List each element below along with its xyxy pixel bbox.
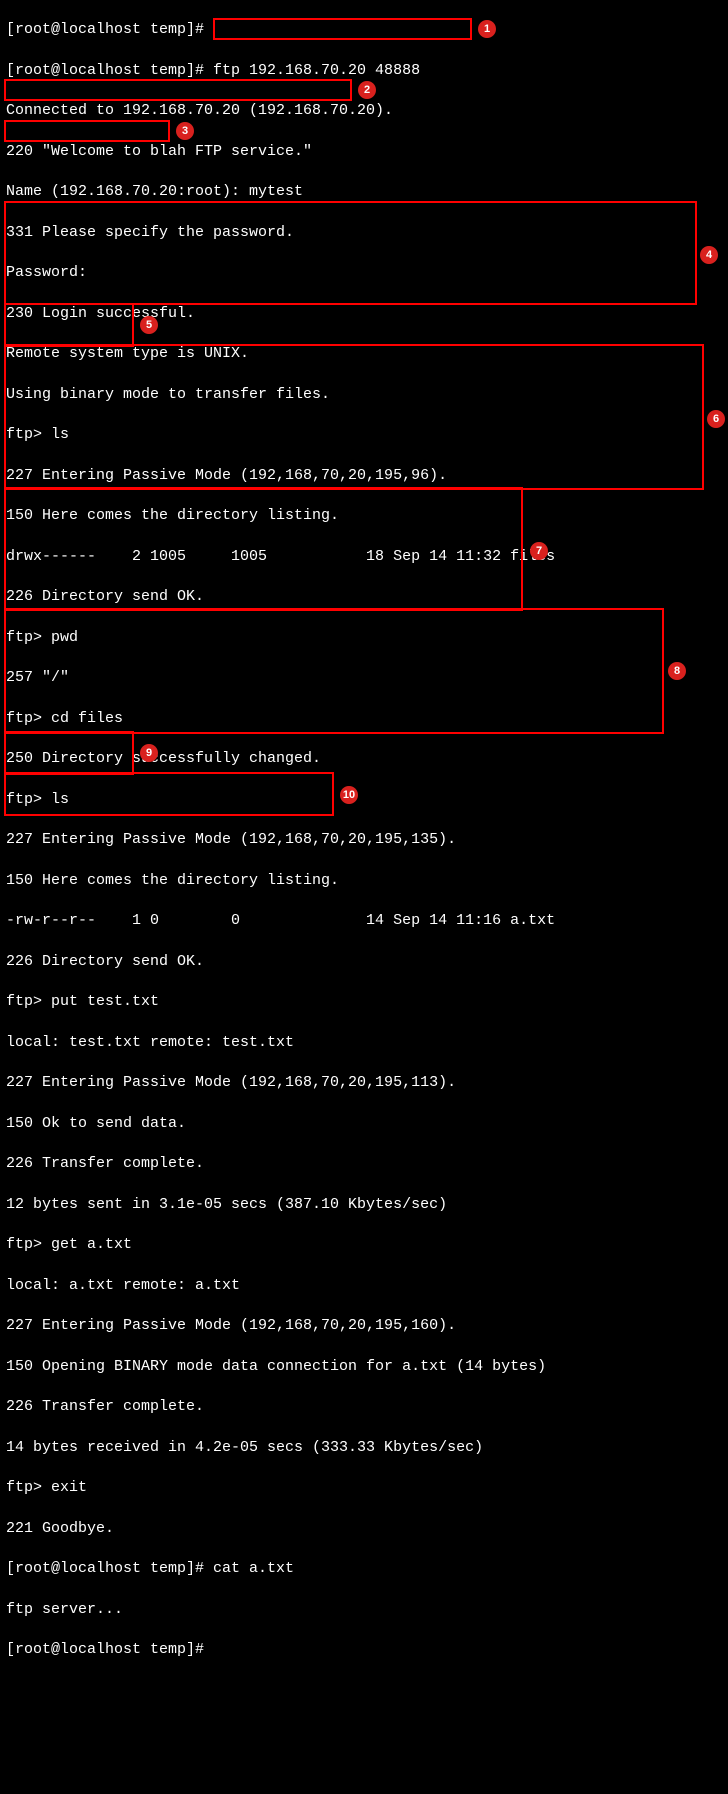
term-line: ftp> get a.txt [6,1235,722,1255]
term-line: 230 Login successful. [6,304,722,324]
term-line: ftp> ls [6,790,722,810]
term-line: 12 bytes sent in 3.1e-05 secs (387.10 Kb… [6,1195,722,1215]
term-line: 150 Ok to send data. [6,1114,722,1134]
term-line: local: a.txt remote: a.txt [6,1276,722,1296]
callout-2: 2 [358,81,376,99]
term-line: 226 Directory send OK. [6,587,722,607]
term-line: ftp> ls [6,425,722,445]
term-line: Password: [6,263,722,283]
term-line: drwx------ 2 1005 1005 18 Sep 14 11:32 f… [6,547,722,567]
term-line: 14 bytes received in 4.2e-05 secs (333.3… [6,1438,722,1458]
term-line: 257 "/" [6,668,722,688]
term-line: [root@localhost temp]# cat a.txt [6,1559,722,1579]
term-line: 221 Goodbye. [6,1519,722,1539]
term-line: 227 Entering Passive Mode (192,168,70,20… [6,830,722,850]
term-line: 150 Here comes the directory listing. [6,871,722,891]
term-line: 226 Transfer complete. [6,1397,722,1417]
term-line: [root@localhost temp]# [6,1640,722,1660]
term-line: 226 Directory send OK. [6,952,722,972]
term-line: ftp> cd files [6,709,722,729]
term-line: 226 Transfer complete. [6,1154,722,1174]
highlight-box-4 [4,201,697,305]
term-line: Connected to 192.168.70.20 (192.168.70.2… [6,101,722,121]
term-line: 150 Opening BINARY mode data connection … [6,1357,722,1377]
term-line: Using binary mode to transfer files. [6,385,722,405]
term-line: 227 Entering Passive Mode (192,168,70,20… [6,1316,722,1336]
highlight-box-2 [4,79,352,101]
term-line: 331 Please specify the password. [6,223,722,243]
term-line: -rw-r--r-- 1 0 0 14 Sep 14 11:16 a.txt [6,911,722,931]
callout-3: 3 [176,122,194,140]
term-line: Remote system type is UNIX. [6,344,722,364]
term-line: 150 Here comes the directory listing. [6,506,722,526]
term-line: ftp server... [6,1600,722,1620]
term-line: ftp> exit [6,1478,722,1498]
term-line: 227 Entering Passive Mode (192,168,70,20… [6,466,722,486]
term-line: ftp> pwd [6,628,722,648]
term-line: 250 Directory successfully changed. [6,749,722,769]
term-line: [root@localhost temp]# ftp 192.168.70.20… [6,61,722,81]
callout-4: 4 [700,246,718,264]
highlight-box-3 [4,120,170,142]
term-line: 220 "Welcome to blah FTP service." [6,142,722,162]
term-line: [root@localhost temp]# [6,20,722,40]
term-line: ftp> put test.txt [6,992,722,1012]
terminal-output: [root@localhost temp]# [root@localhost t… [0,0,728,1794]
term-line: local: test.txt remote: test.txt [6,1033,722,1053]
term-line: Name (192.168.70.20:root): mytest [6,182,722,202]
term-line: 227 Entering Passive Mode (192,168,70,20… [6,1073,722,1093]
